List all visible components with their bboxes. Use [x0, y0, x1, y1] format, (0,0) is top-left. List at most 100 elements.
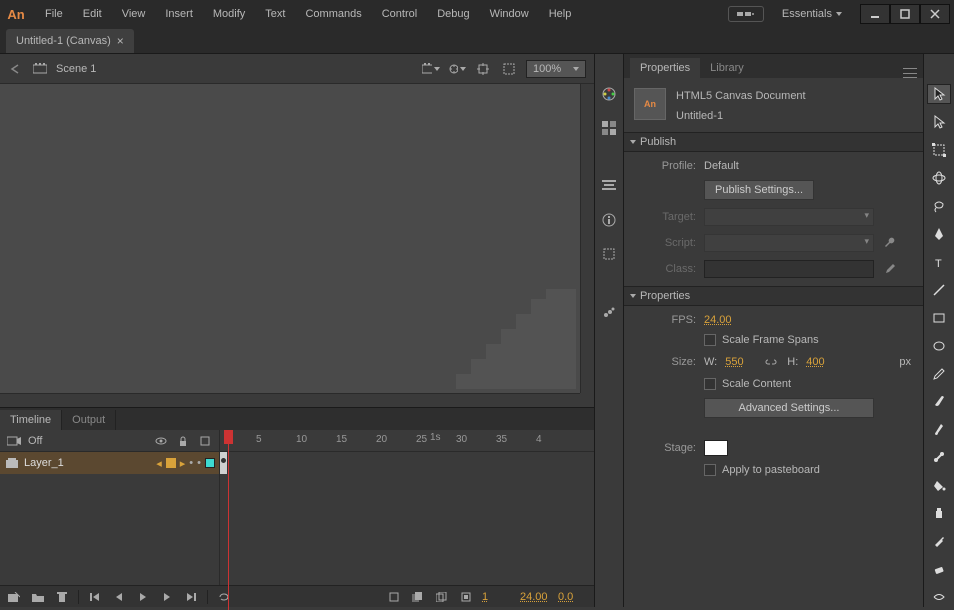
horizontal-scrollbar[interactable]: [0, 393, 580, 407]
link-dimensions-icon[interactable]: [763, 354, 779, 370]
eraser-tool[interactable]: [927, 559, 951, 579]
layer-outline-swatch[interactable]: [205, 458, 215, 468]
menu-text[interactable]: Text: [256, 4, 294, 24]
pencil-tool[interactable]: [927, 364, 951, 384]
center-frame-icon[interactable]: [386, 589, 402, 605]
scale-frame-spans-checkbox[interactable]: [704, 334, 716, 346]
sync-settings-button[interactable]: [728, 6, 764, 22]
layer-visibility-dot[interactable]: •: [189, 457, 193, 469]
text-tool[interactable]: T: [927, 252, 951, 272]
tab-library[interactable]: Library: [700, 58, 754, 78]
delete-layer-icon[interactable]: [54, 589, 70, 605]
back-button[interactable]: [8, 61, 24, 77]
paint-brush-tool[interactable]: [927, 419, 951, 439]
close-button[interactable]: [920, 4, 950, 24]
edit-multiple-icon[interactable]: [458, 589, 474, 605]
scale-content-checkbox[interactable]: [704, 378, 716, 390]
maximize-button[interactable]: [890, 4, 920, 24]
oval-tool[interactable]: [927, 336, 951, 356]
paint-bucket-tool[interactable]: [927, 475, 951, 495]
apply-pasteboard-checkbox[interactable]: [704, 464, 716, 476]
layer-name[interactable]: Layer_1: [24, 457, 152, 469]
new-folder-icon[interactable]: [30, 589, 46, 605]
step-back-icon[interactable]: [111, 589, 127, 605]
frame-rate[interactable]: 24.00: [520, 591, 550, 603]
tab-properties[interactable]: Properties: [630, 58, 700, 78]
panel-menu-icon[interactable]: [903, 68, 917, 78]
loop-icon[interactable]: [216, 589, 232, 605]
menu-file[interactable]: File: [36, 4, 72, 24]
pen-tool[interactable]: [927, 224, 951, 244]
rectangle-tool[interactable]: [927, 308, 951, 328]
tab-timeline[interactable]: Timeline: [0, 410, 62, 430]
color-panel-icon[interactable]: [599, 84, 619, 104]
playhead[interactable]: [228, 430, 229, 610]
workspace-selector[interactable]: Essentials: [774, 4, 850, 24]
width-value[interactable]: 550: [725, 356, 755, 368]
elapsed-time[interactable]: 0.0: [558, 591, 588, 603]
center-stage-icon[interactable]: [474, 60, 492, 78]
new-layer-icon[interactable]: [6, 589, 22, 605]
layer-lock-dot[interactable]: •: [197, 457, 201, 469]
document-tab[interactable]: Untitled-1 (Canvas) ×: [6, 29, 134, 53]
fps-value[interactable]: 24.00: [704, 314, 734, 326]
free-transform-tool[interactable]: [927, 140, 951, 160]
clip-stage-icon[interactable]: [500, 60, 518, 78]
section-properties-header[interactable]: Properties: [624, 286, 923, 306]
3d-rotation-tool[interactable]: [927, 168, 951, 188]
edit-class-icon[interactable]: [882, 261, 898, 277]
class-input[interactable]: [704, 260, 874, 278]
lasso-tool[interactable]: [927, 196, 951, 216]
bone-tool[interactable]: [927, 447, 951, 467]
current-frame[interactable]: 1: [482, 591, 512, 603]
menu-commands[interactable]: Commands: [296, 4, 370, 24]
layer-color-swatch[interactable]: [166, 458, 176, 468]
onion-outline-icon[interactable]: [434, 589, 450, 605]
line-tool[interactable]: [927, 280, 951, 300]
close-tab-icon[interactable]: ×: [117, 34, 124, 48]
menu-insert[interactable]: Insert: [156, 4, 202, 24]
goto-last-icon[interactable]: [183, 589, 199, 605]
height-value[interactable]: 400: [806, 356, 836, 368]
ink-bottle-tool[interactable]: [927, 503, 951, 523]
menu-debug[interactable]: Debug: [428, 4, 478, 24]
transform-panel-icon[interactable]: [599, 244, 619, 264]
align-panel-icon[interactable]: [599, 176, 619, 196]
keyframe[interactable]: [220, 452, 228, 474]
section-publish-header[interactable]: Publish: [624, 132, 923, 152]
info-panel-icon[interactable]: [599, 210, 619, 230]
camera-icon[interactable]: [6, 433, 22, 449]
wrench-icon[interactable]: [882, 235, 898, 251]
width-tool[interactable]: [927, 587, 951, 607]
next-frame-icon[interactable]: ▸: [180, 457, 186, 470]
edit-symbol-icon[interactable]: [448, 60, 466, 78]
prev-frame-icon[interactable]: ◂: [156, 457, 162, 470]
menu-control[interactable]: Control: [373, 4, 426, 24]
stage-color-swatch[interactable]: [704, 440, 728, 456]
vertical-scrollbar[interactable]: [580, 84, 594, 393]
selection-tool[interactable]: [927, 84, 951, 104]
menu-help[interactable]: Help: [540, 4, 581, 24]
subselection-tool[interactable]: [927, 112, 951, 132]
publish-settings-button[interactable]: Publish Settings...: [704, 180, 814, 200]
menu-modify[interactable]: Modify: [204, 4, 254, 24]
brush-panel-icon[interactable]: [599, 302, 619, 322]
minimize-button[interactable]: [860, 4, 890, 24]
goto-first-icon[interactable]: [87, 589, 103, 605]
tab-output[interactable]: Output: [62, 410, 116, 430]
timeline-ruler[interactable]: 1s 1 5 10 15 20 25 30 35 4: [220, 430, 594, 452]
onion-skin-icon[interactable]: [410, 589, 426, 605]
advanced-settings-button[interactable]: Advanced Settings...: [704, 398, 874, 418]
outline-icon[interactable]: [197, 433, 213, 449]
play-icon[interactable]: [135, 589, 151, 605]
eyedropper-tool[interactable]: [927, 531, 951, 551]
stage-view[interactable]: [0, 84, 594, 407]
brush-tool[interactable]: [927, 391, 951, 411]
layer-row[interactable]: Layer_1 ◂ ▸ • •: [0, 452, 219, 474]
lock-icon[interactable]: [175, 433, 191, 449]
step-fwd-icon[interactable]: [159, 589, 175, 605]
zoom-dropdown[interactable]: 100%: [526, 60, 586, 78]
menu-edit[interactable]: Edit: [74, 4, 111, 24]
edit-scene-icon[interactable]: [422, 60, 440, 78]
visibility-icon[interactable]: [153, 433, 169, 449]
